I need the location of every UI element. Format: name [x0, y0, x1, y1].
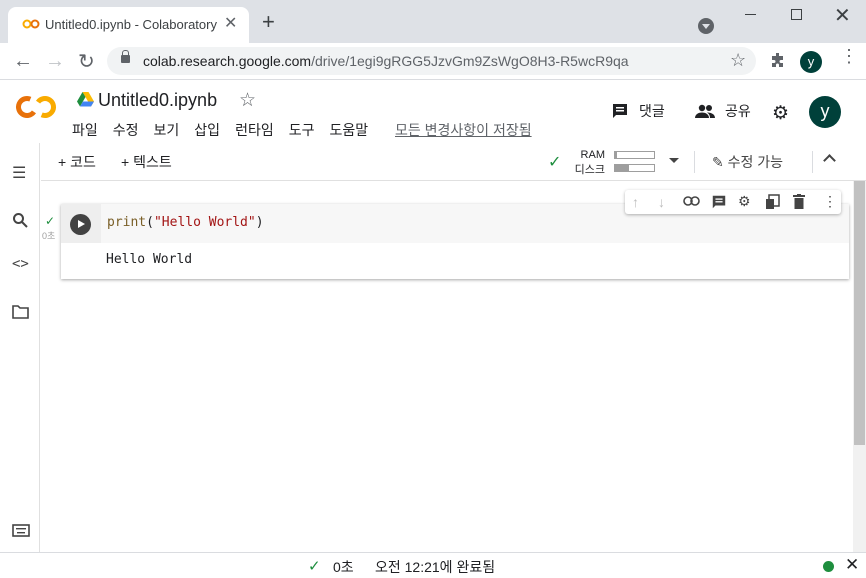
- browser-menu-icon[interactable]: ⋮: [840, 47, 858, 65]
- keyboard-icon[interactable]: [12, 524, 30, 537]
- ram-usage-fill: [615, 152, 617, 158]
- toolbar-divider: [812, 151, 813, 173]
- ram-label: RAM: [580, 149, 605, 161]
- url-text[interactable]: colab.research.google.com/drive/1egi9gRG…: [143, 53, 629, 69]
- menu-edit[interactable]: 수정: [113, 120, 139, 140]
- comment-icon: [613, 104, 627, 118]
- table-of-contents-icon[interactable]: ☰: [12, 163, 26, 183]
- code-line: print("Hello World"): [107, 215, 264, 230]
- more-options-icon[interactable]: ⋮: [823, 193, 837, 210]
- browser-profile-avatar[interactable]: y: [800, 51, 822, 73]
- window-close-icon[interactable]: ✕: [834, 3, 851, 28]
- browser-toolbar: ← → ↻ colab.research.google.com/drive/1e…: [0, 43, 866, 80]
- notebook-toolbar: + 코드 + 텍스트 ✓ RAM 디스크 ✎ 수정 가능: [41, 143, 866, 181]
- google-drive-icon[interactable]: [77, 92, 94, 107]
- code-string: "Hello World": [153, 215, 256, 230]
- code-snippets-icon[interactable]: <>: [12, 256, 29, 272]
- minimize-icon[interactable]: [745, 14, 756, 15]
- back-arrow-icon[interactable]: ←: [13, 50, 33, 73]
- status-completed-text: 오전 12:21에 완료됨: [375, 559, 496, 575]
- disk-usage-fill: [615, 165, 629, 171]
- saved-status-link[interactable]: 모든 변경사항이 저장됨: [395, 120, 532, 140]
- folder-icon[interactable]: [12, 305, 29, 319]
- delete-icon[interactable]: [793, 194, 805, 209]
- code-function: print: [107, 215, 147, 230]
- colab-header: Untitled0.ipynb ☆ 파일 수정 보기 삽입 런타임 도구 도움말…: [0, 81, 866, 143]
- colab-logo[interactable]: [15, 94, 57, 120]
- menu-help[interactable]: 도움말: [329, 120, 368, 140]
- cell-output: Hello World: [106, 252, 193, 267]
- tab-title: Untitled0.ipynb - Colaboratory: [45, 17, 217, 32]
- search-icon[interactable]: [12, 212, 28, 228]
- menu-insert[interactable]: 삽입: [194, 120, 220, 140]
- edit-mode-button[interactable]: ✎ 수정 가능: [712, 152, 783, 172]
- scrollbar[interactable]: [853, 181, 866, 552]
- edit-mode-label: 수정 가능: [727, 154, 784, 170]
- pencil-icon: ✎: [712, 154, 724, 170]
- share-button[interactable]: 공유: [695, 101, 751, 121]
- share-label: 공유: [725, 103, 751, 119]
- maximize-icon[interactable]: [791, 9, 802, 20]
- account-avatar[interactable]: y: [809, 96, 841, 128]
- code-paren-close: ): [255, 215, 264, 230]
- browser-tab-strip: Untitled0.ipynb - Colaboratory ✕ + ✕: [0, 0, 866, 43]
- lock-icon: [121, 50, 130, 63]
- comment-button[interactable]: 댓글: [611, 101, 665, 121]
- scrollbar-thumb[interactable]: [854, 181, 865, 445]
- execution-time: 0초: [42, 231, 56, 241]
- add-code-button[interactable]: + 코드: [58, 152, 96, 172]
- connection-status-dot: [823, 561, 834, 572]
- run-cell-button[interactable]: [70, 214, 91, 235]
- forward-arrow-icon[interactable]: →: [45, 50, 65, 73]
- star-icon[interactable]: ☆: [239, 89, 256, 112]
- tab-search-icon[interactable]: [698, 18, 714, 34]
- status-check-icon: ✓: [308, 558, 321, 575]
- status-exec-time: 0초: [333, 559, 354, 575]
- menu-runtime[interactable]: 런타임: [235, 120, 274, 140]
- cell-settings-icon[interactable]: ⚙: [738, 193, 751, 210]
- status-bar: ✓ 0초 오전 12:21에 완료됨 ✕: [0, 552, 866, 578]
- settings-gear-icon[interactable]: ⚙: [772, 102, 789, 125]
- disk-usage-bar[interactable]: [614, 164, 655, 172]
- browser-tab[interactable]: Untitled0.ipynb - Colaboratory ✕: [8, 7, 249, 43]
- link-icon[interactable]: [683, 196, 700, 206]
- status-close-icon[interactable]: ✕: [845, 555, 859, 575]
- code-paren-open: (: [146, 215, 154, 230]
- extensions-puzzle-icon[interactable]: [770, 52, 786, 68]
- disk-label: 디스크: [574, 164, 605, 176]
- url-path: /drive/1egi9gRGG5JzvGm9ZsWgO8H3-R5wcR9qa: [311, 53, 629, 69]
- people-icon: [695, 104, 715, 118]
- colab-favicon-icon: [22, 19, 40, 29]
- comment-label: 댓글: [639, 103, 665, 119]
- toolbar-divider: [694, 151, 695, 173]
- collapse-header-icon[interactable]: [823, 154, 836, 167]
- execution-check-icon: ✓: [45, 214, 56, 228]
- resources-dropdown-icon[interactable]: [669, 158, 679, 163]
- move-up-icon[interactable]: ↑: [632, 194, 639, 210]
- menu-bar: 파일 수정 보기 삽입 런타임 도구 도움말: [72, 120, 368, 140]
- menu-file[interactable]: 파일: [72, 120, 98, 140]
- mirror-cell-icon[interactable]: [765, 194, 780, 210]
- ram-usage-bar[interactable]: [614, 151, 655, 159]
- reload-icon[interactable]: ↻: [78, 49, 95, 74]
- menu-tools[interactable]: 도구: [289, 120, 315, 140]
- address-bar[interactable]: colab.research.google.com/drive/1egi9gRG…: [107, 47, 756, 75]
- connected-check-icon: ✓: [548, 154, 562, 171]
- tab-close-icon[interactable]: ✕: [224, 16, 237, 32]
- left-sidebar: ☰ <>: [0, 143, 40, 552]
- menu-view[interactable]: 보기: [154, 120, 180, 140]
- code-cell[interactable]: print("Hello World") Hello World: [61, 204, 849, 279]
- bookmark-star-icon[interactable]: ☆: [730, 50, 746, 71]
- new-tab-button[interactable]: +: [262, 11, 275, 33]
- move-down-icon[interactable]: ↓: [658, 194, 665, 210]
- comment-cell-icon[interactable]: [711, 194, 727, 210]
- cell-gutter: [61, 204, 101, 243]
- add-text-button[interactable]: + 텍스트: [121, 152, 172, 172]
- cell-toolbar: ↑ ↓ ⚙ ⋮: [625, 190, 841, 214]
- notebook-title[interactable]: Untitled0.ipynb: [98, 90, 217, 111]
- url-host: colab.research.google.com: [143, 53, 312, 69]
